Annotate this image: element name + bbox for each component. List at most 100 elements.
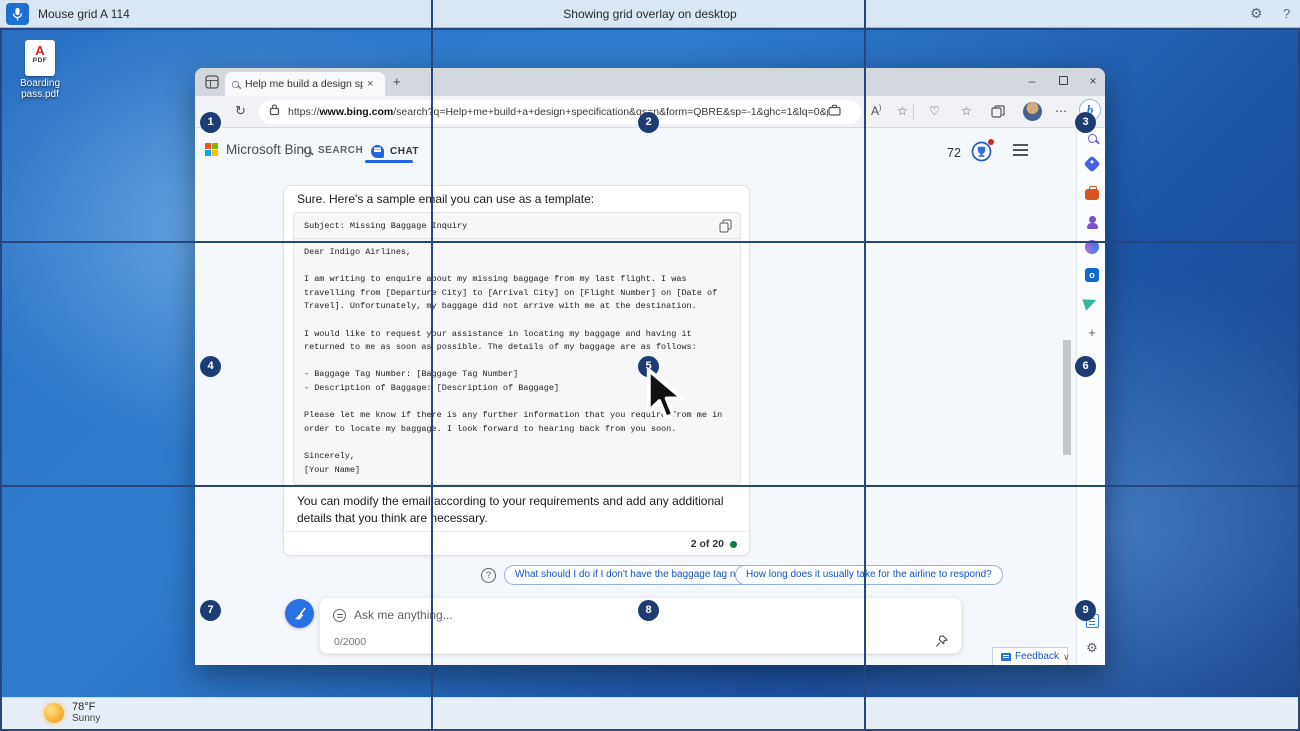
chat-input[interactable]	[354, 604, 774, 626]
pdf-file-icon: A PDF	[25, 40, 55, 76]
suggestion-chip[interactable]: How long does it usually take for the ai…	[735, 565, 1003, 585]
email-line	[304, 314, 734, 328]
sidebar-tools-briefcase-icon[interactable]	[1085, 189, 1099, 200]
toolbar-divider	[913, 104, 914, 120]
more-menu-icon[interactable]: ⋯	[1055, 104, 1067, 118]
grid-cell-number: 6	[1075, 356, 1096, 377]
email-line: returned to me as soon as possible. The …	[304, 341, 734, 355]
chat-input-bubble-icon	[333, 609, 346, 622]
pdf-badge: PDF	[25, 57, 55, 64]
favorites-bar-icon[interactable]: ☆	[961, 104, 972, 118]
scrollbar-thumb[interactable]	[1063, 340, 1071, 455]
maximize-icon	[1059, 76, 1068, 85]
sidebar-drop-icon[interactable]	[1082, 295, 1098, 310]
grid-app-status: Showing grid overlay on desktop	[0, 7, 1300, 21]
help-icon[interactable]: ?	[1283, 6, 1290, 21]
feedback-button[interactable]: Feedback	[992, 647, 1068, 665]
scrollbar-down-icon[interactable]: ∨	[1063, 652, 1070, 663]
taskbar: 78°F Sunny Search ∧	[0, 697, 1300, 731]
status-dot	[730, 541, 737, 548]
close-window-button[interactable]: ×	[1080, 74, 1106, 88]
pdf-logo-glyph: A	[25, 44, 55, 57]
grid-cell-number: 3	[1075, 112, 1096, 133]
collections-icon[interactable]	[991, 105, 1005, 121]
chat-bubble-icon	[371, 145, 384, 158]
email-line: Dear Indigo Airlines,	[304, 246, 734, 260]
browser-tab[interactable]: Help me build a design specifica ×	[225, 72, 385, 96]
email-line: I would like to request your assistance …	[304, 328, 734, 342]
grid-cell-number: 4	[200, 356, 221, 377]
email-line: I am writing to enquire about my missing…	[304, 273, 734, 287]
email-line	[304, 260, 734, 274]
new-tab-button[interactable]: +	[393, 74, 401, 89]
email-body: Dear Indigo Airlines, I am writing to en…	[304, 246, 734, 477]
copy-icon	[719, 219, 732, 233]
address-bar[interactable]: https://www.bing.com/search?q=Help+me+bu…	[259, 100, 861, 124]
email-line: Sincerely,	[304, 450, 734, 464]
email-line: order to locate my baggage. I look forwa…	[304, 423, 734, 437]
email-line: travelling from [Departure City] to [Arr…	[304, 287, 734, 301]
taskbar-weather-widget[interactable]: 78°F Sunny	[44, 701, 100, 724]
maximize-button[interactable]	[1050, 74, 1076, 88]
tab-title: Help me build a design specifica	[245, 78, 363, 90]
url-text: https://www.bing.com/search?q=Help+me+bu…	[288, 106, 828, 118]
sidebar-shopping-tag-icon[interactable]	[1084, 156, 1101, 173]
code-block-header: Subject: Missing Baggage Inquiry	[294, 213, 740, 239]
grid-hline-1	[0, 241, 1300, 243]
rewards-medal-icon[interactable]	[971, 141, 992, 167]
grid-vline-2	[864, 0, 866, 731]
favorites-add-icon[interactable]: ☆	[897, 104, 908, 118]
read-aloud-icon[interactable]: A)	[871, 104, 881, 118]
email-subject: Subject: Missing Baggage Inquiry	[304, 221, 467, 231]
mouse-cursor	[644, 366, 690, 424]
bing-tab-search[interactable]: SEARCH	[303, 145, 363, 156]
search-icon	[304, 147, 312, 155]
sidebar-settings-gear-icon[interactable]: ⚙	[1084, 640, 1100, 656]
copy-button[interactable]	[719, 219, 732, 238]
grid-cell-number: 9	[1075, 600, 1096, 621]
email-line: [Your Name]	[304, 464, 734, 478]
grid-app-titlebar: Mouse grid A 114 Showing grid overlay on…	[0, 0, 1300, 28]
tab-close-icon[interactable]: ×	[367, 78, 373, 90]
answer-outro-text: You can modify the email according to yo…	[297, 493, 741, 526]
email-line: Travel]. Unfortunately, my baggage did n…	[304, 300, 734, 314]
grid-cell-number: 8	[638, 600, 659, 621]
answer-intro-text: Sure. Here's a sample email you can use …	[297, 192, 594, 206]
attachment-pin-icon[interactable]	[935, 634, 949, 653]
email-code-block: Subject: Missing Baggage Inquiry Dear In…	[293, 212, 741, 485]
bing-page: Microsoft Bing SEARCH CHAT 72	[195, 128, 1076, 665]
answer-footer: 2 of 20	[284, 531, 749, 556]
briefcase-icon	[828, 103, 841, 121]
grid-cell-number: 1	[200, 112, 221, 133]
edge-sidebar: o + ⚙	[1076, 128, 1105, 665]
suggestions-help-icon[interactable]: ?	[481, 568, 496, 583]
desktop-icon-boarding-pass[interactable]: A PDF Boarding pass.pdf	[12, 40, 68, 100]
email-line	[304, 436, 734, 450]
workspaces-icon[interactable]	[205, 75, 219, 94]
grid-vline-1	[431, 0, 433, 731]
weather-temp: 78°F	[72, 701, 100, 713]
sidebar-add-icon[interactable]: +	[1084, 325, 1100, 341]
bing-tab-chat[interactable]: CHAT	[371, 145, 419, 158]
rewards-points: 72	[947, 146, 961, 160]
hamburger-menu-icon[interactable]	[1013, 149, 1028, 151]
sun-icon	[44, 703, 64, 723]
refresh-button[interactable]: ↻	[235, 103, 246, 119]
desktop-icon-label: Boarding pass.pdf	[12, 78, 68, 100]
settings-gear-icon[interactable]: ⚙	[1250, 5, 1263, 22]
notification-dot	[988, 139, 994, 145]
browser-essentials-icon[interactable]: ♡	[929, 104, 940, 118]
grid-hline-2	[0, 485, 1300, 487]
feedback-flag-icon	[1001, 653, 1011, 661]
minimize-button[interactable]: –	[1019, 74, 1045, 88]
profile-avatar[interactable]	[1023, 102, 1042, 121]
grid-cell-number: 7	[200, 600, 221, 621]
sidebar-people-icon[interactable]	[1084, 211, 1100, 227]
active-tab-underline	[365, 160, 413, 163]
grid-cell-number: 2	[638, 112, 659, 133]
sidebar-outlook-icon[interactable]: o	[1084, 267, 1100, 283]
new-topic-button[interactable]	[285, 599, 314, 628]
screen: A PDF Boarding pass.pdf Mouse grid A 114…	[0, 0, 1300, 731]
bing-logo[interactable]: Microsoft Bing	[205, 142, 312, 157]
broom-icon	[292, 606, 308, 622]
